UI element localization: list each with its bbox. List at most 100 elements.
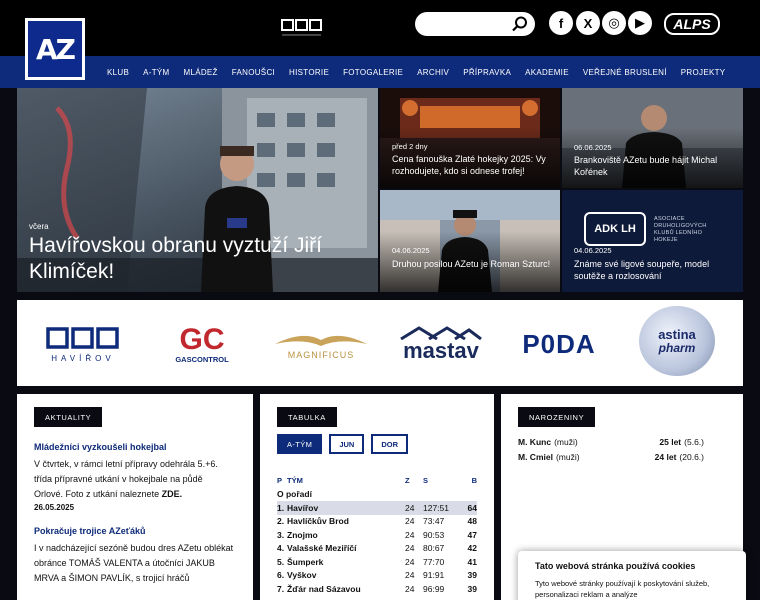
row-position: 7. xyxy=(277,583,285,594)
havirov-mark xyxy=(46,326,119,349)
table-row[interactable]: 4. Valašské Meziříčí 24 80:67 42 xyxy=(277,542,477,556)
birthday-date: (5.6.) xyxy=(684,436,704,447)
row-position: 4. xyxy=(277,543,285,554)
row-team: Havířov xyxy=(287,502,319,513)
row-points: 39 xyxy=(467,570,477,581)
row-points: 48 xyxy=(467,516,477,527)
tile-title[interactable]: Brankoviště AZetu bude hájit Michal Kořé… xyxy=(574,154,734,178)
row-games: 24 xyxy=(405,570,415,581)
tile-title[interactable]: Známe své ligové soupeře, model soutěže … xyxy=(574,258,734,282)
table-row[interactable]: 7. Žďár nad Sázavou 24 96:99 39 xyxy=(277,582,477,596)
sponsor-magnificus[interactable]: MAGNIFICUS xyxy=(271,322,371,366)
nav-items: KLUB A-TÝM MLÁDEŽ FANOUŠCI HISTORIE FOTOGALER… xyxy=(100,56,732,88)
col-team: TÝM xyxy=(287,476,303,486)
tile-date: 04.06.2025 xyxy=(574,246,612,255)
news-item-title[interactable]: Pokračuje trojice AZeťáků xyxy=(34,525,234,538)
nav-item[interactable]: VEŘEJNÉ BRUSLENÍ xyxy=(576,68,674,77)
news-tile[interactable]: 04.06.2025 Druhou posilou AZetu je Roman… xyxy=(380,190,560,292)
row-games: 24 xyxy=(405,543,415,554)
birthday-row: M. Kunc (muži) 25 let (5.6.) xyxy=(518,435,704,448)
table-row[interactable]: 3. Znojmo 24 90:53 47 xyxy=(277,528,477,542)
col-z: Z xyxy=(405,476,410,486)
tab-dor[interactable]: DOR xyxy=(371,434,409,454)
nav-item[interactable]: PŘÍPRAVKA xyxy=(456,68,518,77)
table-subhead: O pořadí xyxy=(277,489,312,500)
sponsor-mastav[interactable]: mastav xyxy=(391,322,491,366)
row-games: 24 xyxy=(405,529,415,540)
gascontrol-label: GASCONTROL xyxy=(175,354,229,364)
tile-date: 04.06.2025 xyxy=(392,246,430,255)
table-rows: 1. Havířov 24 127:51 64 2. Havlíčkův Brod 24 73:… xyxy=(277,501,477,596)
news-tile[interactable]: ADK LH ASOCIACE DRUHOLIGOVÝCH KLUBŮ LEDN… xyxy=(562,190,743,292)
magnificus-wings xyxy=(275,335,367,346)
nav-item[interactable]: HISTORIE xyxy=(282,68,336,77)
tab-a-tym[interactable]: A-TÝM xyxy=(277,434,323,454)
col-b: B xyxy=(471,476,477,486)
row-position: 1. xyxy=(277,502,285,513)
alps-sponsor-logo[interactable]: ALPS xyxy=(664,13,720,35)
tile-date: před 2 dny xyxy=(392,142,428,151)
table-row[interactable]: 1. Havířov 24 127:51 64 xyxy=(277,501,477,515)
adk-logo: ADK LH xyxy=(584,212,646,246)
main-navigation: KLUB A-TÝM MLÁDEŽ FANOUŠCI HISTORIE FOTOGALER… xyxy=(0,56,760,88)
tile-date: 06.06.2025 xyxy=(574,143,612,152)
nav-item[interactable]: KLUB xyxy=(100,68,136,77)
row-team: Vyškov xyxy=(287,570,317,581)
mastav-label: mastav xyxy=(403,338,479,363)
news-tile[interactable]: 06.06.2025 Brankoviště AZetu bude hájit … xyxy=(562,88,743,188)
sponsor-havirov[interactable]: HAVÍŘOV xyxy=(41,322,125,366)
row-points: 64 xyxy=(467,502,477,513)
row-points: 42 xyxy=(467,543,477,554)
search-icon[interactable] xyxy=(511,15,529,33)
table-row[interactable]: 2. Havlíčkův Brod 24 73:47 48 xyxy=(277,515,477,529)
birthday-name[interactable]: M. Cmiel xyxy=(518,452,553,462)
row-team: Znojmo xyxy=(287,529,318,540)
birthday-row: M. Cmiel (muži) 24 let (20.6.) xyxy=(518,450,704,463)
nav-item[interactable]: ARCHIV xyxy=(410,68,456,77)
havirov-city-logo[interactable] xyxy=(280,16,324,38)
row-score: 96:99 xyxy=(423,583,445,594)
search-box[interactable] xyxy=(415,12,535,36)
instagram-icon[interactable]: ◎ xyxy=(602,11,626,35)
standings-tabs: A-TÝM JUN DOR xyxy=(277,434,415,454)
cookie-text: Tyto webové stránky používají k poskytov… xyxy=(535,579,710,599)
magnificus-label: MAGNIFICUS xyxy=(287,350,355,360)
news-tile[interactable]: před 2 dny Cena fanouška Zlaté hokejky 2… xyxy=(380,88,560,188)
tab-jun[interactable]: JUN xyxy=(329,434,365,454)
news-item-text: V čtvrtek, v rámci letní přípravy odehrá… xyxy=(34,457,234,502)
row-position: 2. xyxy=(277,516,285,527)
hero-article[interactable]: včera Havířovskou obranu vyztuží Jiří Kl… xyxy=(17,88,378,292)
table-row[interactable]: 6. Vyškov 24 91:91 39 xyxy=(277,569,477,583)
nav-item[interactable]: PROJEKTY xyxy=(674,68,733,77)
birthday-group: (muži) xyxy=(554,436,578,447)
youtube-icon[interactable]: ▶ xyxy=(628,11,652,35)
row-position: 6. xyxy=(277,570,285,581)
row-position: 5. xyxy=(277,556,285,567)
news-panel-tag: AKTUALITY xyxy=(34,407,103,427)
search-input[interactable] xyxy=(423,16,509,32)
facebook-icon[interactable]: f xyxy=(549,11,573,35)
nav-item[interactable]: A-TÝM xyxy=(136,68,176,77)
row-points: 41 xyxy=(467,556,477,567)
tile-title[interactable]: Druhou posilou AZetu je Roman Szturc! xyxy=(392,258,552,270)
table-row[interactable]: 5. Šumperk 24 77:70 41 xyxy=(277,555,477,569)
birthday-name[interactable]: M. Kunc xyxy=(518,437,551,447)
news-item-title[interactable]: Mládežníci vyzkoušeli hokejbal xyxy=(34,441,234,454)
news-item-text: I v nadcházející sezóně budou dres AZetu… xyxy=(34,543,234,583)
nav-item[interactable]: FOTOGALERIE xyxy=(336,68,410,77)
hero-title[interactable]: Havířovskou obranu vyztuží Jiří Klimíček… xyxy=(29,233,369,285)
nav-item[interactable]: FANOUŠCI xyxy=(225,68,282,77)
tile-title[interactable]: Cena fanouška Zlaté hokejky 2025: Vy roz… xyxy=(392,153,552,177)
news-item-link[interactable]: ZDE. xyxy=(162,489,183,499)
sponsor-astina-pharm[interactable]: astina pharm xyxy=(639,306,715,376)
club-logo[interactable]: AZ xyxy=(25,18,85,80)
sponsor-poda[interactable]: P0DA xyxy=(511,322,607,366)
birthday-age: 24 let xyxy=(654,451,677,462)
row-position: 3. xyxy=(277,529,285,540)
nav-item[interactable]: AKADEMIE xyxy=(518,68,576,77)
adk-full-name: ASOCIACE DRUHOLIGOVÝCH KLUBŮ LEDNÍHO HOK… xyxy=(654,216,707,243)
sponsor-gascontrol[interactable]: GC GASCONTROL xyxy=(167,322,237,366)
nav-item[interactable]: MLÁDEŽ xyxy=(177,68,225,77)
x-twitter-icon[interactable]: X xyxy=(576,11,600,35)
row-team: Havlíčkův Brod xyxy=(287,516,349,527)
